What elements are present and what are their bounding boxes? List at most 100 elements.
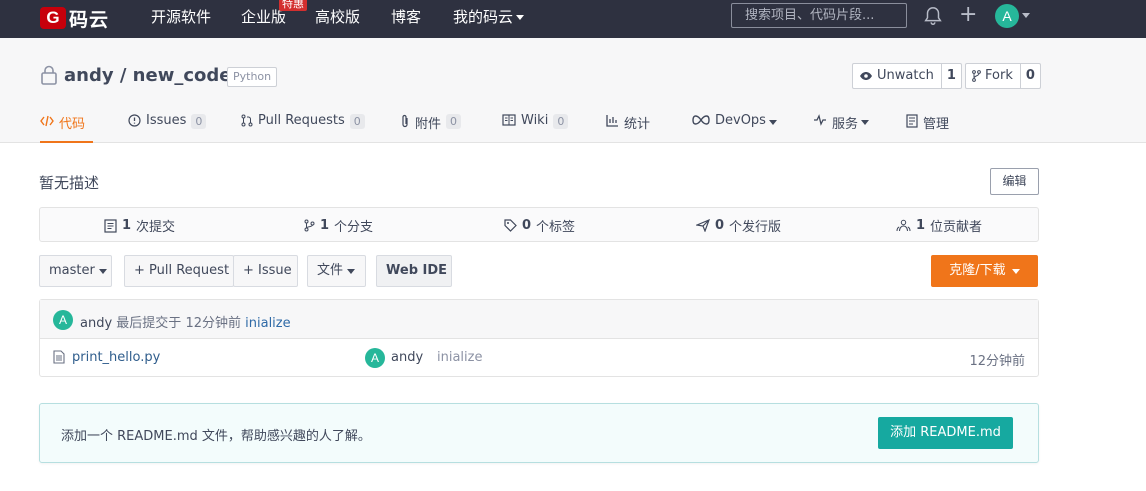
fork-button[interactable]: Fork xyxy=(966,64,1021,88)
watch-button[interactable]: Unwatch xyxy=(853,64,942,88)
chevron-down-icon xyxy=(516,15,525,20)
tab-devops[interactable]: DevOps xyxy=(692,110,777,143)
stat-tags-num: 0 xyxy=(522,218,532,233)
tab-services[interactable]: 服务 xyxy=(813,110,870,143)
avatar[interactable]: A xyxy=(365,348,385,368)
tab-stats[interactable]: 统计 xyxy=(606,110,650,143)
fork-label: Fork xyxy=(985,68,1013,83)
stat-branches-num: 1 xyxy=(320,218,330,233)
commit-doc-icon xyxy=(104,218,117,233)
tab-issues[interactable]: Issues 0 xyxy=(128,110,207,143)
new-pull-request-button[interactable]: + Pull Request xyxy=(124,255,234,287)
nav-my-gitee-label: 我的码云 xyxy=(453,8,514,26)
branch-select[interactable]: master xyxy=(39,255,112,287)
project-description: 暂无描述 xyxy=(39,174,100,192)
tab-devops-label: DevOps xyxy=(715,113,766,128)
logo-text: 码云 xyxy=(69,8,110,31)
commit-author[interactable]: andy xyxy=(80,316,112,331)
tab-manage[interactable]: 管理 xyxy=(906,110,949,143)
pull-request-icon xyxy=(241,114,253,127)
contributors-icon xyxy=(896,219,911,232)
stat-contributors[interactable]: 1 位贡献者 xyxy=(896,216,982,235)
nav-blog[interactable]: 博客 xyxy=(391,8,421,26)
add-readme-button[interactable]: 添加 README.md xyxy=(878,417,1013,449)
stat-branches[interactable]: 1 个分支 xyxy=(304,216,373,235)
tab-stats-label: 统计 xyxy=(624,117,651,132)
file-menu-button[interactable]: 文件 xyxy=(307,255,366,287)
pulse-icon xyxy=(814,114,826,126)
tab-attachments[interactable]: 附件 0 xyxy=(400,110,462,143)
branch-select-label: master xyxy=(49,263,95,278)
user-avatar[interactable]: A xyxy=(995,4,1019,28)
tab-manage-label: 管理 xyxy=(923,117,950,132)
lock-icon xyxy=(41,65,57,85)
nav-education[interactable]: 高校版 xyxy=(315,8,360,26)
tab-code[interactable]: 代码 xyxy=(40,110,93,143)
bell-icon[interactable] xyxy=(922,5,944,27)
stat-tags[interactable]: 0 个标签 xyxy=(504,216,575,235)
tab-wiki-count: 0 xyxy=(553,114,569,129)
chevron-down-icon xyxy=(861,120,870,125)
chevron-down-icon xyxy=(768,120,777,125)
stat-releases-num: 0 xyxy=(715,218,725,233)
tab-wiki-label: Wiki xyxy=(521,113,549,128)
search-input[interactable] xyxy=(731,3,907,28)
new-issue-button[interactable]: + Issue xyxy=(233,255,298,287)
stat-contributors-num: 1 xyxy=(916,218,926,233)
tab-pull-requests[interactable]: Pull Requests 0 xyxy=(241,110,365,143)
tab-issues-count: 0 xyxy=(191,114,207,129)
edit-description-button[interactable]: 编辑 xyxy=(990,168,1039,195)
tag-icon xyxy=(504,219,517,232)
project-title[interactable]: andy / new_code xyxy=(64,65,231,87)
file-name-link[interactable]: print_hello.py xyxy=(72,350,160,365)
stat-contributors-label: 位贡献者 xyxy=(930,220,983,235)
clone-download-label: 克隆/下载 xyxy=(949,263,1006,278)
commit-prefix: 最后提交于 xyxy=(116,316,182,331)
plus-icon[interactable]: + xyxy=(959,4,977,26)
avatar[interactable]: A xyxy=(53,310,73,330)
commit-time: 12分钟前 xyxy=(185,316,241,331)
commit-message[interactable]: inialize xyxy=(245,316,290,331)
tab-issues-label: Issues xyxy=(146,113,187,128)
language-tag[interactable]: Python xyxy=(227,67,278,87)
watch-label: Unwatch xyxy=(877,68,934,83)
gitee-logo[interactable]: G 码云 xyxy=(40,5,109,31)
stat-commits-num: 1 xyxy=(122,218,132,233)
code-icon xyxy=(40,115,54,127)
tab-wiki[interactable]: Wiki 0 xyxy=(502,110,569,143)
file-time: 12分钟前 xyxy=(969,354,1025,369)
stats-bar: 1 次提交 1 个分支 0 个标签 0 个发行版 1 位贡献者 xyxy=(39,207,1039,242)
book-icon xyxy=(502,114,516,126)
file-menu-label: 文件 xyxy=(317,263,344,278)
eye-icon xyxy=(860,72,872,80)
file-commit-message[interactable]: inialize xyxy=(437,350,482,365)
project-tabs: 代码 Issues 0 Pull Requests 0 附件 0 Wiki 0 … xyxy=(0,110,1146,143)
last-commit-row: A andy 最后提交于 12分钟前 inialize xyxy=(40,300,1038,339)
issue-icon xyxy=(128,114,141,127)
chevron-down-icon xyxy=(347,268,356,274)
paperclip-icon xyxy=(402,114,408,128)
file-author[interactable]: andy xyxy=(391,350,423,365)
stat-commits[interactable]: 1 次提交 xyxy=(104,216,175,235)
table-row: print_hello.py A andy inialize 12分钟前 xyxy=(40,339,1038,377)
project-header: andy / new_code Python Unwatch 1 Fork 0 … xyxy=(0,38,1146,143)
watch-count[interactable]: 1 xyxy=(942,64,961,88)
bar-chart-icon xyxy=(606,115,618,127)
branch-icon xyxy=(304,219,315,232)
fork-count[interactable]: 0 xyxy=(1021,64,1040,88)
clone-download-button[interactable]: 克隆/下载 xyxy=(931,255,1038,287)
stat-tags-label: 个标签 xyxy=(536,220,576,235)
web-ide-button[interactable]: Web IDE xyxy=(376,255,452,287)
stat-commits-label: 次提交 xyxy=(136,220,176,235)
file-icon xyxy=(53,350,65,364)
stat-releases[interactable]: 0 个发行版 xyxy=(696,216,781,235)
nav-open-source[interactable]: 开源软件 xyxy=(151,8,211,26)
chevron-down-icon xyxy=(98,268,107,274)
chevron-down-icon[interactable] xyxy=(1022,13,1030,18)
infinity-icon xyxy=(692,115,710,125)
nav-my-gitee[interactable]: 我的码云 xyxy=(453,8,525,26)
readme-prompt-text: 添加一个 README.md 文件，帮助感兴趣的人了解。 xyxy=(61,429,371,444)
tab-services-label: 服务 xyxy=(832,117,859,132)
fork-icon xyxy=(972,70,981,82)
tab-pull-requests-count: 0 xyxy=(349,114,365,129)
